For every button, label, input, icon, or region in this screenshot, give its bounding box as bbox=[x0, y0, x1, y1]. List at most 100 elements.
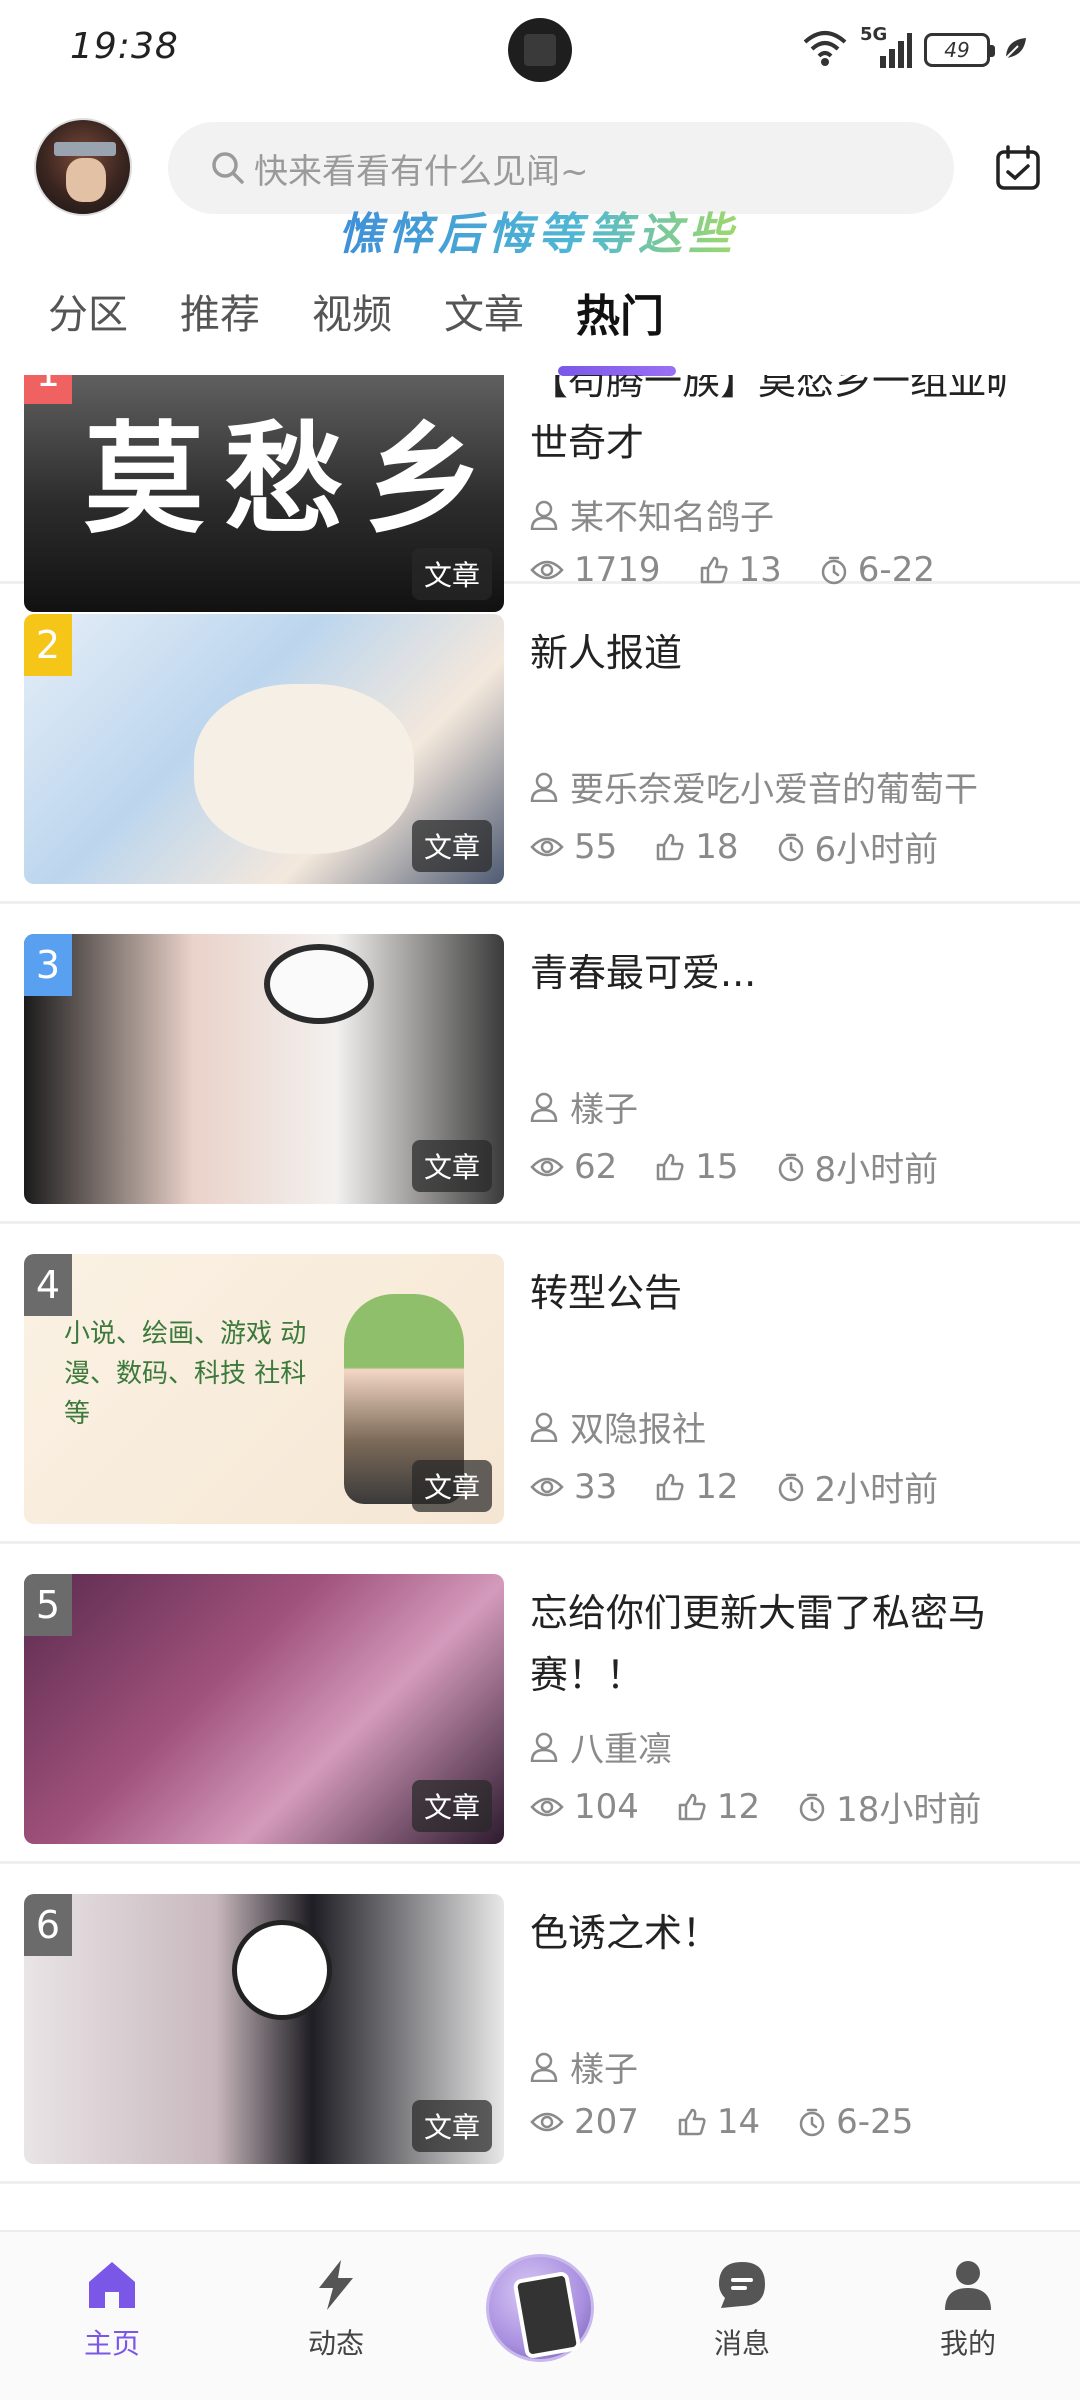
thumbnail-illustration bbox=[194, 684, 414, 854]
post-title[interactable]: 色诱之术！ bbox=[530, 1902, 1050, 1964]
content-type-tag: 文章 bbox=[411, 1140, 492, 1192]
rank-badge: 5 bbox=[24, 1574, 72, 1636]
person-icon bbox=[939, 2256, 997, 2314]
author-name: 要乐奈爱吃小爱音的葡萄干 bbox=[570, 770, 978, 810]
like-count[interactable]: 12 bbox=[655, 1467, 739, 1507]
eye-icon bbox=[530, 558, 564, 582]
likes-value: 15 bbox=[695, 1146, 739, 1187]
nav-mine[interactable]: 我的 bbox=[908, 2256, 1028, 2362]
post-thumbnail[interactable]: 2 文章 bbox=[24, 614, 504, 884]
time-value: 8小时前 bbox=[814, 1150, 939, 1190]
tab-hot[interactable]: 热门 bbox=[576, 280, 664, 344]
post-time: 6-25 bbox=[798, 2102, 913, 2142]
user-icon bbox=[530, 1412, 558, 1442]
status-bar: 19:38 5G 49 bbox=[0, 0, 1080, 100]
like-count[interactable]: 15 bbox=[655, 1146, 739, 1187]
post-title[interactable]: 忘给你们更新大雷了私密马赛！！ bbox=[530, 1582, 1050, 1706]
post-thumbnail[interactable]: 小说、绘画、游戏 动漫、数码、科技 社科等 4 文章 bbox=[24, 1254, 504, 1524]
list-item[interactable]: 莫愁乡 1 文章 【苟腾一族】莫愁乡一组亚旷世奇才 某不知名鸽子 1719 13… bbox=[0, 375, 1080, 612]
network-type: 5G bbox=[860, 24, 888, 45]
nav-messages-label: 消息 bbox=[713, 2327, 770, 2360]
nav-home[interactable]: 主页 bbox=[52, 2256, 172, 2362]
rank-badge: 6 bbox=[24, 1894, 72, 1956]
list-item[interactable]: 6 文章 色诱之术！ 樣子 207 14 6-25 bbox=[0, 1864, 1080, 2184]
list-item[interactable]: 小说、绘画、游戏 动漫、数码、科技 社科等 4 文章 转型公告 双隐报社 33 … bbox=[0, 1224, 1080, 1544]
views-value: 33 bbox=[574, 1466, 618, 1507]
timer-icon bbox=[798, 2107, 826, 2137]
post-author[interactable]: 某不知名鸽子 bbox=[530, 490, 774, 539]
post-title[interactable]: 【苟腾一族】莫愁乡一组亚旷世奇才 bbox=[530, 375, 1050, 474]
rank-badge: 3 bbox=[24, 934, 72, 996]
like-count[interactable]: 12 bbox=[677, 1787, 760, 1827]
post-title[interactable]: 转型公告 bbox=[530, 1262, 1050, 1324]
post-stats: 33 12 2小时前 bbox=[530, 1462, 976, 1511]
post-title[interactable]: 新人报道 bbox=[530, 622, 1050, 684]
post-stats: 104 12 18小时前 bbox=[530, 1782, 1019, 1831]
eye-icon bbox=[530, 2110, 564, 2134]
post-list-content: 莫愁乡 1 文章 【苟腾一族】莫愁乡一组亚旷世奇才 某不知名鸽子 1719 13… bbox=[0, 375, 1080, 2184]
status-time: 19:38 bbox=[70, 26, 179, 67]
rank-badge: 4 bbox=[24, 1254, 72, 1316]
thumbnail-sticker bbox=[264, 944, 374, 1024]
time-value: 6小时前 bbox=[814, 830, 939, 870]
avatar-headband bbox=[54, 142, 116, 156]
post-thumbnail[interactable]: 3 文章 bbox=[24, 934, 504, 1204]
post-time: 8小时前 bbox=[777, 1142, 939, 1191]
post-author[interactable]: 樣子 bbox=[530, 1082, 638, 1131]
thumbs-up-icon bbox=[655, 1152, 685, 1182]
thumbs-up-icon bbox=[699, 555, 729, 585]
thumbnail-caption: 小说、绘画、游戏 动漫、数码、科技 社科等 bbox=[64, 1319, 307, 1429]
post-author[interactable]: 樣子 bbox=[530, 2042, 638, 2091]
search-placeholder: 快来看看有什么见闻~ bbox=[254, 151, 589, 192]
status-icons: 5G 49 bbox=[802, 24, 1030, 72]
content-type-tag: 文章 bbox=[411, 1460, 492, 1512]
post-time: 6小时前 bbox=[777, 822, 939, 871]
leaf-icon bbox=[1002, 34, 1030, 66]
post-list[interactable]: 莫愁乡 1 文章 【苟腾一族】莫愁乡一组亚旷世奇才 某不知名鸽子 1719 13… bbox=[0, 375, 1080, 2230]
post-stats: 207 14 6-25 bbox=[530, 2102, 951, 2142]
tab-recommended[interactable]: 推荐 bbox=[180, 282, 260, 340]
nav-home-label: 主页 bbox=[83, 2327, 140, 2360]
author-name: 樣子 bbox=[570, 1090, 638, 1130]
content-type-tag: 文章 bbox=[411, 820, 492, 872]
list-item[interactable]: 3 文章 青春最可爱... 樣子 62 15 8小时前 bbox=[0, 904, 1080, 1224]
post-thumbnail[interactable]: 莫愁乡 1 文章 bbox=[24, 375, 504, 612]
post-title[interactable]: 青春最可爱... bbox=[530, 942, 1050, 1004]
list-item[interactable]: 5 文章 忘给你们更新大雷了私密马赛！！ 八重凛 104 12 18小时前 bbox=[0, 1544, 1080, 1864]
views-value: 104 bbox=[574, 1786, 639, 1827]
thumbnail-sticker bbox=[232, 1920, 332, 2020]
nav-feed[interactable]: 动态 bbox=[276, 2256, 396, 2362]
time-value: 2小时前 bbox=[814, 1470, 939, 1510]
nav-messages[interactable]: 消息 bbox=[682, 2256, 802, 2362]
list-item[interactable]: 2 文章 新人报道 要乐奈爱吃小爱音的葡萄干 55 18 6小时前 bbox=[0, 584, 1080, 904]
timer-icon bbox=[777, 832, 805, 862]
post-thumbnail[interactable]: 6 文章 bbox=[24, 1894, 504, 2164]
author-name: 樣子 bbox=[570, 2050, 638, 2090]
like-count[interactable]: 14 bbox=[677, 2102, 760, 2142]
post-stats: 55 18 6小时前 bbox=[530, 822, 976, 871]
like-count[interactable]: 18 bbox=[655, 826, 739, 867]
avatar[interactable] bbox=[34, 118, 132, 216]
battery-level: 49 bbox=[944, 38, 970, 62]
tab-articles[interactable]: 文章 bbox=[444, 282, 524, 340]
author-name: 八重凛 bbox=[570, 1730, 672, 1770]
post-stats: 62 15 8小时前 bbox=[530, 1142, 976, 1191]
signal-icon: 5G bbox=[860, 24, 912, 70]
tab-videos[interactable]: 视频 bbox=[312, 282, 392, 340]
post-time: 2小时前 bbox=[777, 1462, 939, 1511]
calendar-icon[interactable] bbox=[994, 144, 1042, 192]
search-icon bbox=[208, 148, 248, 188]
content-type-tag: 文章 bbox=[411, 1780, 492, 1832]
chat-icon bbox=[713, 2256, 771, 2314]
post-author[interactable]: 八重凛 bbox=[530, 1722, 672, 1771]
post-author[interactable]: 双隐报社 bbox=[530, 1402, 706, 1451]
nav-mine-label: 我的 bbox=[939, 2327, 996, 2360]
user-icon bbox=[530, 1092, 558, 1122]
center-post-icon[interactable] bbox=[486, 2254, 594, 2362]
eye-icon bbox=[530, 1155, 564, 1179]
likes-value: 18 bbox=[695, 826, 739, 867]
post-thumbnail[interactable]: 5 文章 bbox=[24, 1574, 504, 1844]
thumbs-up-icon bbox=[655, 832, 685, 862]
tab-zones[interactable]: 分区 bbox=[48, 282, 128, 340]
post-author[interactable]: 要乐奈爱吃小爱音的葡萄干 bbox=[530, 762, 978, 811]
